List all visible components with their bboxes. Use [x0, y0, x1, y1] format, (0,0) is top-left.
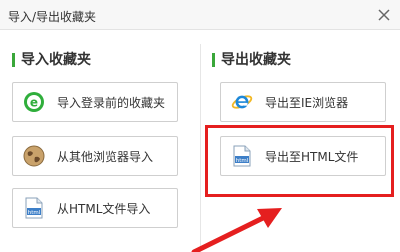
browser-e-green-icon: e: [23, 91, 45, 113]
export-section-title: 导出收藏夹: [212, 52, 291, 68]
svg-text:e: e: [30, 96, 38, 110]
import-before-login-label: 导入登录前的收藏夹: [57, 95, 166, 110]
section-divider: [200, 44, 201, 252]
import-before-login-button[interactable]: e 导入登录前的收藏夹: [12, 82, 178, 122]
close-button[interactable]: [374, 5, 394, 25]
dialog-titlebar: 导入/导出收藏夹: [0, 0, 400, 30]
svg-text:html: html: [28, 210, 41, 216]
html-file-icon: html: [23, 197, 45, 219]
import-other-browser-button[interactable]: 从其他浏览器导入: [12, 136, 178, 176]
html-file-icon: html: [231, 145, 253, 167]
import-html-file-label: 从HTML文件导入: [57, 201, 151, 216]
export-ie-button[interactable]: 导出至IE浏览器: [220, 82, 386, 122]
dialog-title: 导入/导出收藏夹: [8, 10, 97, 24]
close-icon: [378, 9, 390, 21]
export-html-file-label: 导出至HTML文件: [265, 149, 359, 164]
ie-icon: [231, 91, 253, 113]
import-html-file-button[interactable]: html 从HTML文件导入: [12, 188, 178, 228]
import-other-browser-label: 从其他浏览器导入: [57, 149, 154, 164]
svg-text:html: html: [236, 158, 249, 164]
export-html-file-button[interactable]: html 导出至HTML文件: [220, 136, 386, 176]
export-ie-label: 导出至IE浏览器: [265, 95, 349, 110]
globe-icon: [23, 145, 45, 167]
import-section-title: 导入收藏夹: [12, 52, 91, 68]
